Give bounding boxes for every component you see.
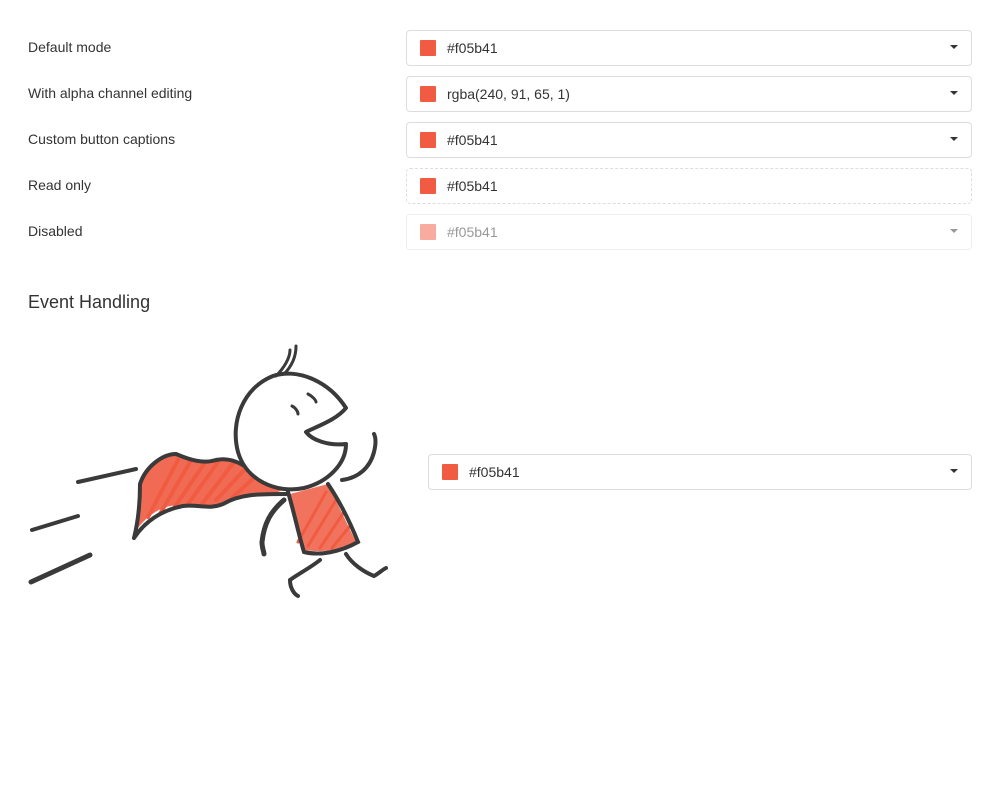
color-box-event-handling[interactable]: #f05b41	[428, 454, 972, 490]
speed-line	[30, 514, 80, 532]
speed-line	[28, 552, 93, 585]
color-value-text: #f05b41	[447, 132, 498, 148]
hero-head	[233, 371, 348, 492]
setting-label: Read only	[28, 177, 92, 193]
color-box-alpha-channel[interactable]: rgba(240, 91, 65, 1)	[406, 76, 972, 112]
color-box-default-mode[interactable]: #f05b41	[406, 30, 972, 66]
setting-label: Disabled	[28, 223, 83, 239]
color-value-text: #f05b41	[447, 224, 498, 240]
color-swatch	[420, 224, 436, 240]
color-swatch	[420, 86, 436, 102]
chevron-down-icon	[950, 229, 958, 233]
setting-label: Default mode	[28, 39, 112, 55]
hero-leg	[344, 552, 388, 579]
color-value-text: rgba(240, 91, 65, 1)	[447, 86, 570, 102]
speed-line	[76, 467, 138, 484]
color-box-custom-captions[interactable]: #f05b41	[406, 122, 972, 158]
chevron-down-icon[interactable]	[950, 91, 958, 95]
section-title-event-handling: Event Handling	[28, 292, 151, 312]
chevron-down-icon[interactable]	[950, 45, 958, 49]
color-box-read-only: #f05b41	[406, 168, 972, 204]
color-value-text: #f05b41	[447, 178, 498, 194]
setting-label: With alpha channel editing	[28, 85, 193, 101]
hero-leg	[287, 558, 322, 598]
color-swatch	[420, 40, 436, 56]
hero-arm	[340, 432, 378, 482]
color-swatch	[420, 132, 436, 148]
chevron-down-icon[interactable]	[950, 469, 958, 473]
superhero-illustration	[28, 344, 388, 598]
hero-arm	[259, 497, 287, 557]
color-box-disabled: #f05b41	[406, 214, 972, 250]
setting-label: Custom button captions	[28, 131, 176, 147]
hero-hair	[274, 344, 298, 378]
color-swatch	[442, 464, 458, 480]
color-value-text: #f05b41	[469, 464, 520, 480]
color-swatch	[420, 178, 436, 194]
chevron-down-icon[interactable]	[950, 137, 958, 141]
page: Default mode #f05b41 With alpha channel …	[0, 0, 1000, 800]
color-value-text: #f05b41	[447, 40, 498, 56]
